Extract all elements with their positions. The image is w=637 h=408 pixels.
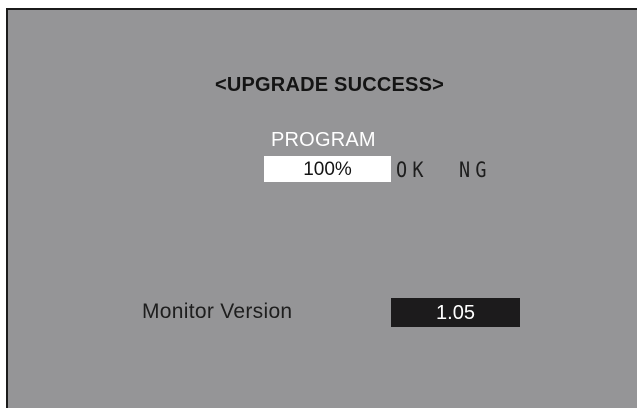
monitor-version-value: 1.05	[391, 298, 520, 327]
program-label: PROGRAM	[271, 129, 376, 151]
upgrade-screen: <UPGRADE SUCCESS> PROGRAM 100% OK NG Mon…	[6, 8, 637, 408]
program-progress-text: 100%	[303, 159, 352, 180]
status-ok-label: OK	[396, 158, 429, 182]
status-ng-label: NG	[459, 158, 492, 182]
monitor-version-label: Monitor Version	[142, 300, 293, 323]
page-title: <UPGRADE SUCCESS>	[214, 74, 444, 96]
program-progress-bar: 100%	[264, 156, 391, 182]
